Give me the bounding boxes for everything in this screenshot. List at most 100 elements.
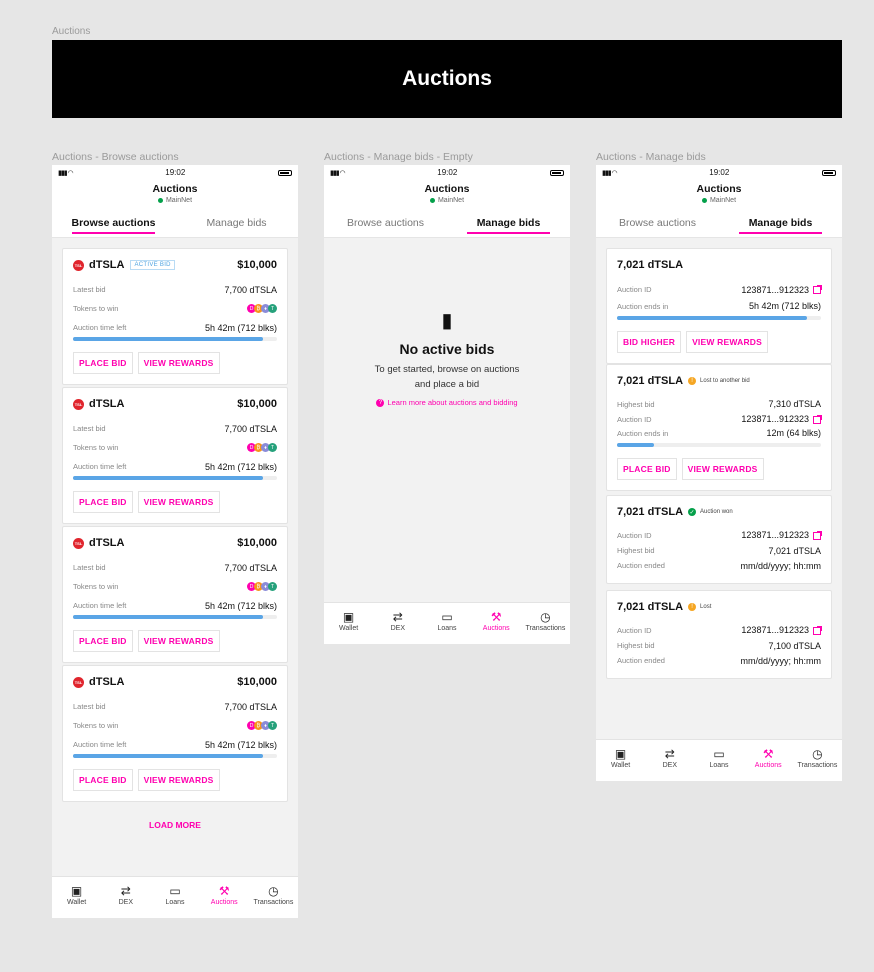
place-bid-button[interactable]: PLACE BID xyxy=(73,769,133,791)
empty-title: No active bids xyxy=(399,341,495,357)
nav-dex-label: DEX xyxy=(118,899,133,906)
tabs: Browse auctions Manage bids xyxy=(596,208,842,238)
view-rewards-button[interactable]: VIEW REWARDS xyxy=(137,769,220,791)
nav-transactions[interactable]: ◷ Transactions xyxy=(521,603,570,644)
auction-id-text: 123871...912323 xyxy=(741,625,809,635)
network-label: MainNet xyxy=(437,197,465,204)
learn-more-link[interactable]: ? Learn more about auctions and bidding xyxy=(324,398,570,408)
empty-line-1: To get started, browse on auctions xyxy=(374,364,520,375)
tokens-to-win-label: Tokens to win xyxy=(73,721,119,730)
view-rewards-button[interactable]: VIEW REWARDS xyxy=(681,458,764,480)
nav-loans[interactable]: ▭ Loans xyxy=(422,603,471,644)
tab-manage-bids[interactable]: Manage bids xyxy=(175,208,298,237)
nav-dex[interactable]: ⇄ DEX xyxy=(645,740,694,781)
nav-loans[interactable]: ▭ Loans xyxy=(694,740,743,781)
tab-browse-auctions[interactable]: Browse auctions xyxy=(596,208,719,237)
no-card-icon: ▮ xyxy=(441,310,453,332)
page-label: Auctions xyxy=(52,26,91,37)
status-bar: ▮▮▮ ◠ 19:02 xyxy=(596,165,842,180)
tab-manage-bids[interactable]: Manage bids xyxy=(447,208,570,237)
header: Auctions MainNet xyxy=(324,180,570,208)
nav-transactions[interactable]: ◷ Transactions xyxy=(249,877,298,918)
auction-id-value[interactable]: 123871...912323 xyxy=(741,530,822,540)
auction-id-value[interactable]: 123871...912323 xyxy=(741,284,822,295)
clock-icon: ◷ xyxy=(540,610,551,624)
time-progress-fill xyxy=(73,754,263,758)
nav-loans-label: Loans xyxy=(709,762,729,769)
tab-browse-auctions[interactable]: Browse auctions xyxy=(324,208,447,237)
swap-icon: ⇄ xyxy=(664,747,675,761)
view-rewards-button[interactable]: VIEW REWARDS xyxy=(137,491,220,513)
view-rewards-button[interactable]: VIEW REWARDS xyxy=(137,630,220,652)
ended-value: mm/dd/yyyy; hh:mm xyxy=(740,655,821,666)
usdt-icon: T xyxy=(268,721,277,730)
external-link-icon xyxy=(813,625,822,635)
signal-icon: ▮▮▮ ◠ xyxy=(58,169,74,177)
nav-dex[interactable]: ⇄ DEX xyxy=(101,877,150,918)
time-progress-bar xyxy=(73,337,277,341)
auction-id-label: Auction ID xyxy=(617,530,652,540)
auction-id-label: Auction ID xyxy=(617,285,652,294)
tab-browse-auctions[interactable]: Browse auctions xyxy=(52,208,175,237)
nav-wallet[interactable]: ▣ Wallet xyxy=(52,877,101,918)
token-name: dTSLA xyxy=(89,676,125,688)
header-title: Auctions xyxy=(152,183,198,195)
latest-bid-label: Latest bid xyxy=(73,563,106,572)
place-bid-button[interactable]: PLACE BID xyxy=(617,458,677,480)
header: Auctions MainNet xyxy=(52,180,298,208)
network-status-dot xyxy=(429,197,435,203)
time-progress-bar xyxy=(73,615,277,619)
status-label: Auction won xyxy=(700,509,733,515)
nav-loans[interactable]: ▭ Loans xyxy=(150,877,199,918)
auction-id-text: 123871...912323 xyxy=(741,284,809,295)
frame-label-empty: Auctions - Manage bids - Empty xyxy=(324,151,473,163)
nav-auctions[interactable]: ⚒ Auctions xyxy=(200,877,249,918)
auction-id-value[interactable]: 123871...912323 xyxy=(741,625,822,635)
latest-bid-value: 7,700 dTSLA xyxy=(224,284,277,295)
view-rewards-button[interactable]: VIEW REWARDS xyxy=(686,331,768,353)
load-more-button[interactable]: LOAD MORE xyxy=(52,820,298,830)
battery-icon xyxy=(277,169,292,176)
status-chip: ! Lost xyxy=(688,603,711,611)
latest-bid-label: Latest bid xyxy=(73,424,106,433)
place-bid-button[interactable]: PLACE BID xyxy=(73,630,133,652)
highest-bid-value: 7,100 dTSLA xyxy=(768,640,821,651)
network-indicator: MainNet xyxy=(52,197,298,204)
time-progress-bar xyxy=(73,476,277,480)
latest-bid-value: 7,700 dTSLA xyxy=(224,701,277,712)
time-progress-bar xyxy=(617,316,821,320)
bid-higher-button[interactable]: BID HIGHER xyxy=(617,331,682,353)
nav-dex-label: DEX xyxy=(390,625,405,632)
auction-id-label: Auction ID xyxy=(617,625,652,635)
clock: 19:02 xyxy=(437,168,458,177)
latest-bid-value: 7,700 dTSLA xyxy=(224,562,277,573)
nav-wallet[interactable]: ▣ Wallet xyxy=(324,603,373,644)
status-chip: ! Lost to another bid xyxy=(688,377,750,385)
gavel-icon: ⚒ xyxy=(490,610,502,624)
ended-label: Auction ended xyxy=(617,656,665,665)
tab-manage-bids[interactable]: Manage bids xyxy=(719,208,842,237)
bottom-nav: ▣ Wallet ⇄ DEX ▭ Loans ⚒ Auctions ◷ Transacti… xyxy=(596,739,842,781)
nav-dex-label: DEX xyxy=(662,762,677,769)
latest-bid-label: Latest bid xyxy=(73,285,106,294)
usdt-icon: T xyxy=(268,304,277,313)
header-title: Auctions xyxy=(424,183,470,195)
network-label: MainNet xyxy=(709,197,737,204)
nav-wallet[interactable]: ▣ Wallet xyxy=(596,740,645,781)
place-bid-button[interactable]: PLACE BID xyxy=(73,491,133,513)
place-bid-button[interactable]: PLACE BID xyxy=(73,352,133,374)
nav-auctions[interactable]: ⚒ Auctions xyxy=(472,603,521,644)
highest-bid-label: Highest bid xyxy=(617,546,655,555)
reward-token-icons: D ₿ ♦ T xyxy=(247,582,277,591)
tesla-token-icon: TSL xyxy=(73,398,84,410)
clock: 19:02 xyxy=(709,168,730,177)
view-rewards-button[interactable]: VIEW REWARDS xyxy=(137,352,220,374)
nav-auctions[interactable]: ⚒ Auctions xyxy=(744,740,793,781)
tesla-token-icon: TSL xyxy=(73,259,84,271)
nav-dex[interactable]: ⇄ DEX xyxy=(373,603,422,644)
auction-id-value[interactable]: 123871...912323 xyxy=(741,414,822,424)
highest-bid-value: 7,021 dTSLA xyxy=(768,545,821,556)
nav-transactions[interactable]: ◷ Transactions xyxy=(793,740,842,781)
tokens-to-win-label: Tokens to win xyxy=(73,443,119,452)
nav-loans-label: Loans xyxy=(437,625,457,632)
